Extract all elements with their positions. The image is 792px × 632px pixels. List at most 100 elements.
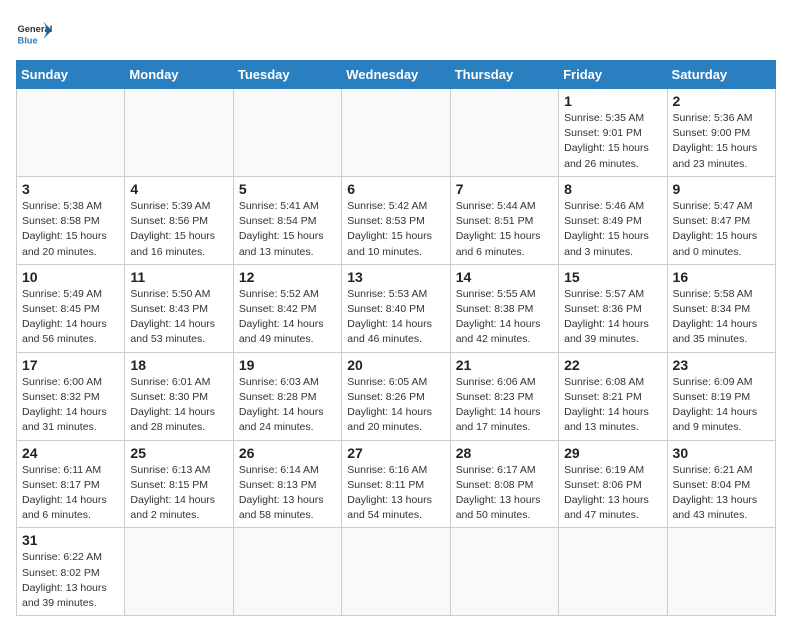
calendar-day-cell: 26Sunrise: 6:14 AM Sunset: 8:13 PM Dayli… bbox=[233, 440, 341, 528]
day-number: 1 bbox=[564, 93, 661, 109]
logo-icon: General Blue bbox=[16, 16, 52, 52]
header-row: SundayMondayTuesdayWednesdayThursdayFrid… bbox=[17, 61, 776, 89]
day-info: Sunrise: 6:14 AM Sunset: 8:13 PM Dayligh… bbox=[239, 463, 336, 524]
day-info: Sunrise: 6:08 AM Sunset: 8:21 PM Dayligh… bbox=[564, 375, 661, 436]
calendar-week-row: 10 Sunrise: 5:49 AM Sunset: 8:45 PM Dayli… bbox=[17, 264, 776, 352]
header: General Blue bbox=[16, 16, 776, 52]
day-number: 11 bbox=[130, 269, 227, 285]
calendar-day-cell: 25 Sunrise: 6:13 AM Sunset: 8:15 PM Dayli… bbox=[125, 440, 233, 528]
calendar-day-cell: 10 Sunrise: 5:49 AM Sunset: 8:45 PM Dayli… bbox=[17, 264, 125, 352]
day-info: Sunrise: 5:47 AM Sunset: 8:47 PM Dayligh… bbox=[673, 199, 770, 260]
day-info: Sunrise: 6:06 AM Sunset: 8:23 PM Dayligh… bbox=[456, 375, 553, 436]
day-info: Sunrise: 5:55 AM Sunset: 8:38 PM Dayligh… bbox=[456, 287, 553, 348]
calendar-day-cell: 18Sunrise: 6:01 AM Sunset: 8:30 PM Dayli… bbox=[125, 352, 233, 440]
column-header-friday: Friday bbox=[559, 61, 667, 89]
day-info: Sunrise: 5:44 AM Sunset: 8:51 PM Dayligh… bbox=[456, 199, 553, 260]
day-number: 14 bbox=[456, 269, 553, 285]
day-info: Sunrise: 5:38 AM Sunset: 8:58 PM Dayligh… bbox=[22, 199, 119, 260]
calendar-day-cell: 6Sunrise: 5:42 AM Sunset: 8:53 PM Daylig… bbox=[342, 176, 450, 264]
day-number: 20 bbox=[347, 357, 444, 373]
calendar-day-cell: 4 Sunrise: 5:39 AM Sunset: 8:56 PM Daylig… bbox=[125, 176, 233, 264]
calendar-week-row: 3Sunrise: 5:38 AM Sunset: 8:58 PM Daylig… bbox=[17, 176, 776, 264]
calendar-day-cell bbox=[342, 89, 450, 177]
calendar-day-cell bbox=[559, 528, 667, 616]
day-info: Sunrise: 5:42 AM Sunset: 8:53 PM Dayligh… bbox=[347, 199, 444, 260]
day-number: 15 bbox=[564, 269, 661, 285]
calendar-day-cell: 29Sunrise: 6:19 AM Sunset: 8:06 PM Dayli… bbox=[559, 440, 667, 528]
calendar-day-cell: 28 Sunrise: 6:17 AM Sunset: 8:08 PM Dayli… bbox=[450, 440, 558, 528]
day-number: 29 bbox=[564, 445, 661, 461]
calendar-day-cell: 20Sunrise: 6:05 AM Sunset: 8:26 PM Dayli… bbox=[342, 352, 450, 440]
calendar-day-cell bbox=[450, 89, 558, 177]
day-number: 24 bbox=[22, 445, 119, 461]
svg-text:Blue: Blue bbox=[17, 35, 37, 45]
day-info: Sunrise: 6:13 AM Sunset: 8:15 PM Dayligh… bbox=[130, 463, 227, 524]
column-header-saturday: Saturday bbox=[667, 61, 775, 89]
day-info: Sunrise: 5:39 AM Sunset: 8:56 PM Dayligh… bbox=[130, 199, 227, 260]
day-number: 4 bbox=[130, 181, 227, 197]
day-number: 7 bbox=[456, 181, 553, 197]
day-info: Sunrise: 6:22 AM Sunset: 8:02 PM Dayligh… bbox=[22, 550, 119, 611]
calendar-day-cell: 22 Sunrise: 6:08 AM Sunset: 8:21 PM Dayli… bbox=[559, 352, 667, 440]
calendar-day-cell: 9 Sunrise: 5:47 AM Sunset: 8:47 PM Daylig… bbox=[667, 176, 775, 264]
day-info: Sunrise: 5:52 AM Sunset: 8:42 PM Dayligh… bbox=[239, 287, 336, 348]
calendar-day-cell: 15Sunrise: 5:57 AM Sunset: 8:36 PM Dayli… bbox=[559, 264, 667, 352]
calendar-day-cell: 27 Sunrise: 6:16 AM Sunset: 8:11 PM Dayli… bbox=[342, 440, 450, 528]
calendar-day-cell: 3Sunrise: 5:38 AM Sunset: 8:58 PM Daylig… bbox=[17, 176, 125, 264]
calendar-day-cell: 30 Sunrise: 6:21 AM Sunset: 8:04 PM Dayli… bbox=[667, 440, 775, 528]
day-info: Sunrise: 5:50 AM Sunset: 8:43 PM Dayligh… bbox=[130, 287, 227, 348]
day-number: 17 bbox=[22, 357, 119, 373]
calendar-day-cell: 14 Sunrise: 5:55 AM Sunset: 8:38 PM Dayli… bbox=[450, 264, 558, 352]
day-number: 9 bbox=[673, 181, 770, 197]
day-number: 21 bbox=[456, 357, 553, 373]
column-header-monday: Monday bbox=[125, 61, 233, 89]
day-number: 13 bbox=[347, 269, 444, 285]
calendar-day-cell bbox=[450, 528, 558, 616]
column-header-tuesday: Tuesday bbox=[233, 61, 341, 89]
calendar-day-cell bbox=[233, 528, 341, 616]
day-number: 30 bbox=[673, 445, 770, 461]
day-number: 27 bbox=[347, 445, 444, 461]
day-number: 28 bbox=[456, 445, 553, 461]
calendar-day-cell bbox=[667, 528, 775, 616]
calendar-day-cell: 12Sunrise: 5:52 AM Sunset: 8:42 PM Dayli… bbox=[233, 264, 341, 352]
calendar-week-row: 17 Sunrise: 6:00 AM Sunset: 8:32 PM Dayli… bbox=[17, 352, 776, 440]
column-header-wednesday: Wednesday bbox=[342, 61, 450, 89]
day-info: Sunrise: 6:16 AM Sunset: 8:11 PM Dayligh… bbox=[347, 463, 444, 524]
day-info: Sunrise: 6:09 AM Sunset: 8:19 PM Dayligh… bbox=[673, 375, 770, 436]
day-info: Sunrise: 6:21 AM Sunset: 8:04 PM Dayligh… bbox=[673, 463, 770, 524]
day-info: Sunrise: 6:00 AM Sunset: 8:32 PM Dayligh… bbox=[22, 375, 119, 436]
day-number: 22 bbox=[564, 357, 661, 373]
day-info: Sunrise: 5:41 AM Sunset: 8:54 PM Dayligh… bbox=[239, 199, 336, 260]
day-number: 19 bbox=[239, 357, 336, 373]
calendar-week-row: 31 Sunrise: 6:22 AM Sunset: 8:02 PM Dayli… bbox=[17, 528, 776, 616]
calendar-day-cell: 17 Sunrise: 6:00 AM Sunset: 8:32 PM Dayli… bbox=[17, 352, 125, 440]
day-number: 8 bbox=[564, 181, 661, 197]
day-info: Sunrise: 6:11 AM Sunset: 8:17 PM Dayligh… bbox=[22, 463, 119, 524]
calendar-day-cell bbox=[233, 89, 341, 177]
logo: General Blue bbox=[16, 16, 52, 52]
day-info: Sunrise: 6:17 AM Sunset: 8:08 PM Dayligh… bbox=[456, 463, 553, 524]
calendar-day-cell: 2Sunrise: 5:36 AM Sunset: 9:00 PM Daylig… bbox=[667, 89, 775, 177]
day-info: Sunrise: 6:01 AM Sunset: 8:30 PM Dayligh… bbox=[130, 375, 227, 436]
calendar-day-cell bbox=[125, 89, 233, 177]
calendar-day-cell: 23Sunrise: 6:09 AM Sunset: 8:19 PM Dayli… bbox=[667, 352, 775, 440]
column-header-thursday: Thursday bbox=[450, 61, 558, 89]
day-info: Sunrise: 5:36 AM Sunset: 9:00 PM Dayligh… bbox=[673, 111, 770, 172]
calendar-day-cell: 11 Sunrise: 5:50 AM Sunset: 8:43 PM Dayli… bbox=[125, 264, 233, 352]
calendar-day-cell: 7 Sunrise: 5:44 AM Sunset: 8:51 PM Daylig… bbox=[450, 176, 558, 264]
calendar-day-cell bbox=[17, 89, 125, 177]
day-info: Sunrise: 5:49 AM Sunset: 8:45 PM Dayligh… bbox=[22, 287, 119, 348]
day-info: Sunrise: 5:46 AM Sunset: 8:49 PM Dayligh… bbox=[564, 199, 661, 260]
day-number: 5 bbox=[239, 181, 336, 197]
calendar-day-cell bbox=[342, 528, 450, 616]
calendar-day-cell: 31 Sunrise: 6:22 AM Sunset: 8:02 PM Dayli… bbox=[17, 528, 125, 616]
calendar-day-cell: 5 Sunrise: 5:41 AM Sunset: 8:54 PM Daylig… bbox=[233, 176, 341, 264]
day-info: Sunrise: 5:35 AM Sunset: 9:01 PM Dayligh… bbox=[564, 111, 661, 172]
calendar-week-row: 1 Sunrise: 5:35 AM Sunset: 9:01 PM Daylig… bbox=[17, 89, 776, 177]
calendar-day-cell: 19Sunrise: 6:03 AM Sunset: 8:28 PM Dayli… bbox=[233, 352, 341, 440]
day-number: 10 bbox=[22, 269, 119, 285]
day-number: 31 bbox=[22, 532, 119, 548]
calendar-table: SundayMondayTuesdayWednesdayThursdayFrid… bbox=[16, 60, 776, 616]
day-number: 25 bbox=[130, 445, 227, 461]
